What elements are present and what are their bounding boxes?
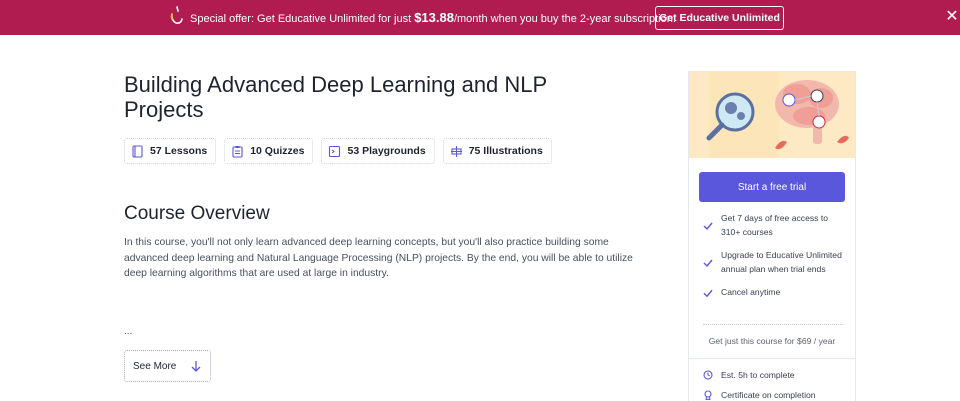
arrow-down-icon <box>191 361 201 372</box>
brain-illustration <box>689 72 855 158</box>
check-icon <box>703 289 713 298</box>
list-item: Get 7 days of free access to 310+ course… <box>703 212 845 239</box>
list-item: Est. 5h to complete <box>703 370 816 380</box>
stat-playgrounds: 53 Playgrounds <box>321 138 435 164</box>
list-item: Cancel anytime <box>703 286 845 300</box>
divider <box>703 324 843 325</box>
see-more-label: See More <box>133 360 177 372</box>
overview-text: In this course, you'll not only learn ad… <box>124 237 633 279</box>
stat-label: 75 Illustrations <box>468 145 543 157</box>
promo-banner: Special offer: Get Educative Unlimited f… <box>0 0 960 35</box>
course-price-line[interactable]: Get just this course for $69 / year <box>689 336 855 346</box>
sparkle-icon <box>170 6 183 24</box>
meta-text: Certificate on completion <box>721 390 816 400</box>
stat-label: 53 Playgrounds <box>347 145 426 157</box>
enroll-card: Start a free trial Get 7 days of free ac… <box>688 71 856 401</box>
quizzes-icon <box>232 145 243 158</box>
start-free-trial-button[interactable]: Start a free trial <box>699 172 845 202</box>
benefit-text: Get 7 days of free access to 310+ course… <box>721 213 828 237</box>
benefit-text: Upgrade to Educative Unlimited annual pl… <box>721 250 842 274</box>
stat-illustrations: 75 Illustrations <box>442 138 552 164</box>
overview-heading: Course Overview <box>124 203 270 224</box>
offer-prefix: Special offer: Get Educative Unlimited f… <box>190 13 415 25</box>
stat-lessons: 57 Lessons <box>124 138 217 164</box>
certificate-icon <box>704 390 712 400</box>
check-icon <box>703 222 713 231</box>
benefits-list: Get 7 days of free access to 310+ course… <box>703 212 845 310</box>
close-icon[interactable]: ✕ <box>944 9 960 25</box>
benefit-text: Cancel anytime <box>721 287 781 297</box>
page-title: Building Advanced Deep Learning and NLP … <box>124 72 547 122</box>
stat-label: 57 Lessons <box>150 145 208 157</box>
course-stats: 57 Lessons 10 Quizzes 53 Playgrounds 75 … <box>124 138 552 164</box>
see-more-button[interactable]: See More <box>124 350 211 382</box>
divider <box>689 358 855 359</box>
course-cover-image <box>689 72 855 158</box>
course-meta-list: Est. 5h to complete Certificate on compl… <box>703 370 816 401</box>
list-item: Upgrade to Educative Unlimited annual pl… <box>703 249 845 276</box>
offer-price: $13.88 <box>414 10 454 25</box>
illustrations-icon <box>450 145 462 157</box>
clock-icon <box>703 370 713 380</box>
overview-ellipsis: ... <box>124 326 133 337</box>
get-unlimited-button[interactable]: Get Educative Unlimited <box>655 6 784 30</box>
stat-quizzes: 10 Quizzes <box>224 138 314 164</box>
stat-label: 10 Quizzes <box>250 145 305 157</box>
lessons-icon <box>132 144 143 158</box>
check-icon <box>703 259 713 268</box>
offer-suffix: /month when you buy the 2-year subscript… <box>453 13 676 25</box>
playgrounds-icon <box>329 145 341 157</box>
list-item: Certificate on completion <box>703 390 816 400</box>
offer-text: Special offer: Get Educative Unlimited f… <box>190 10 676 25</box>
meta-text: Est. 5h to complete <box>721 370 795 380</box>
